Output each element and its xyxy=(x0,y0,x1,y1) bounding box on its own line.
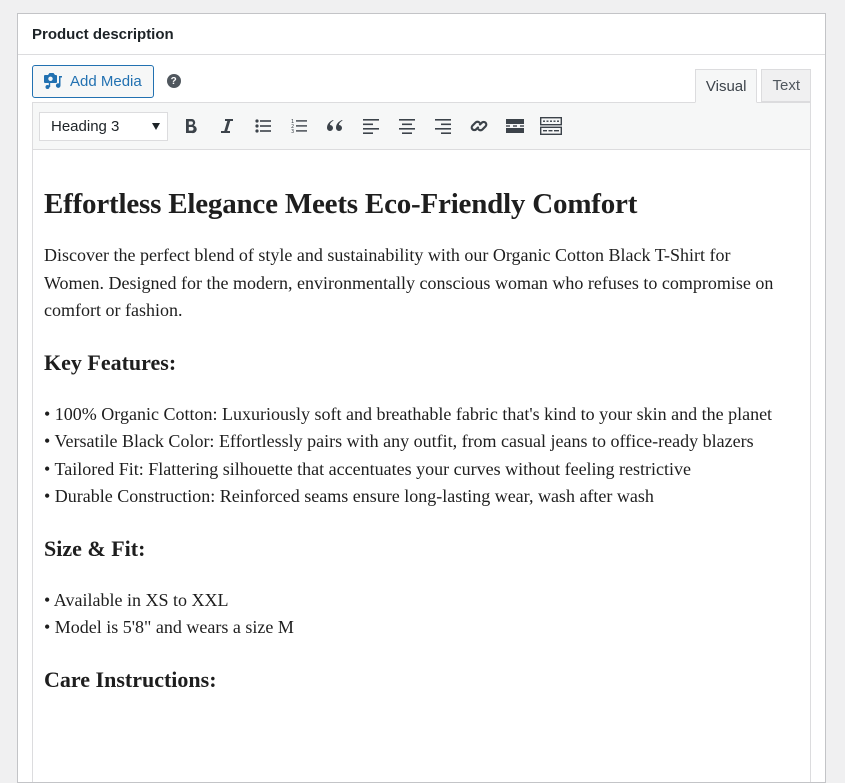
content-heading: Effortless Elegance Meets Eco-Friendly C… xyxy=(44,188,638,220)
editor-toolbar: Heading 3 1 2 3 xyxy=(33,103,810,150)
format-select-value: Heading 3 xyxy=(51,117,120,135)
align-center-button[interactable] xyxy=(389,111,425,141)
feature-item: • Versatile Black Color: Effortlessly pa… xyxy=(44,431,754,451)
align-right-icon xyxy=(435,119,451,134)
tab-visual[interactable]: Visual xyxy=(694,69,758,103)
editor-container: Add Media ? Visual Text Heading 3 1 2 3 … xyxy=(32,55,811,782)
align-left-button[interactable] xyxy=(353,111,389,141)
chevron-down-icon xyxy=(152,122,160,130)
link-icon xyxy=(470,120,488,132)
size-item: • Model is 5'8" and wears a size M xyxy=(44,617,294,637)
key-features-list: • 100% Organic Cotton: Luxuriously soft … xyxy=(44,401,780,511)
tab-text[interactable]: Text xyxy=(761,69,811,102)
intro-paragraph: Discover the perfect blend of style and … xyxy=(44,245,774,320)
svg-text:3: 3 xyxy=(291,129,294,134)
format-select[interactable]: Heading 3 xyxy=(39,111,168,141)
add-media-label: Add Media xyxy=(70,72,142,90)
feature-item: • 100% Organic Cotton: Luxuriously soft … xyxy=(44,403,773,424)
italic-button[interactable] xyxy=(209,111,245,141)
bulleted-list-icon xyxy=(255,119,271,133)
feature-item: • Tailored Fit: Flattering silhouette th… xyxy=(44,458,692,479)
numbered-list-icon: 1 2 3 xyxy=(291,119,307,134)
align-left-icon xyxy=(363,119,379,134)
toolbar-toggle-icon xyxy=(540,117,562,135)
blockquote-icon xyxy=(327,120,343,131)
size-fit-list: • Available in XS to XXL • Model is 5'8"… xyxy=(44,587,780,642)
align-center-icon xyxy=(399,119,415,134)
product-description-postbox: Product description Add Media ? Visual T… xyxy=(17,13,826,783)
editor-content[interactable]: Effortless Elegance Meets Eco-Friendly C… xyxy=(33,150,810,782)
postbox-title: Product description xyxy=(32,25,174,43)
size-item: • Available in XS to XXL xyxy=(44,589,229,610)
help-icon[interactable]: ? xyxy=(166,74,181,88)
bold-button[interactable] xyxy=(173,111,209,141)
blockquote-button[interactable] xyxy=(317,111,353,141)
key-features-heading: Key Features: xyxy=(44,349,177,375)
editor-wrap: Heading 3 1 2 3 Effortless Elegance Meet… xyxy=(32,102,811,782)
insert-link-button[interactable] xyxy=(461,111,497,141)
read-more-icon xyxy=(506,119,524,133)
toolbar-toggle-button[interactable] xyxy=(533,111,569,141)
care-instructions-heading: Care Instructions: xyxy=(44,666,217,692)
media-buttons: Add Media ? xyxy=(32,64,181,98)
feature-item: • Durable Construction: Reinforced seams… xyxy=(44,486,654,506)
size-fit-heading: Size & Fit: xyxy=(44,535,146,561)
media-camera-icon xyxy=(44,73,62,89)
read-more-button[interactable] xyxy=(497,111,533,141)
add-media-button[interactable]: Add Media xyxy=(32,64,154,98)
numbered-list-button[interactable]: 1 2 3 xyxy=(281,111,317,141)
bulleted-list-button[interactable] xyxy=(245,111,281,141)
italic-icon xyxy=(221,119,233,133)
align-right-button[interactable] xyxy=(425,111,461,141)
postbox-header: Product description xyxy=(18,14,825,55)
bold-icon xyxy=(186,118,197,134)
editor-tabs: Visual Text xyxy=(691,69,811,103)
